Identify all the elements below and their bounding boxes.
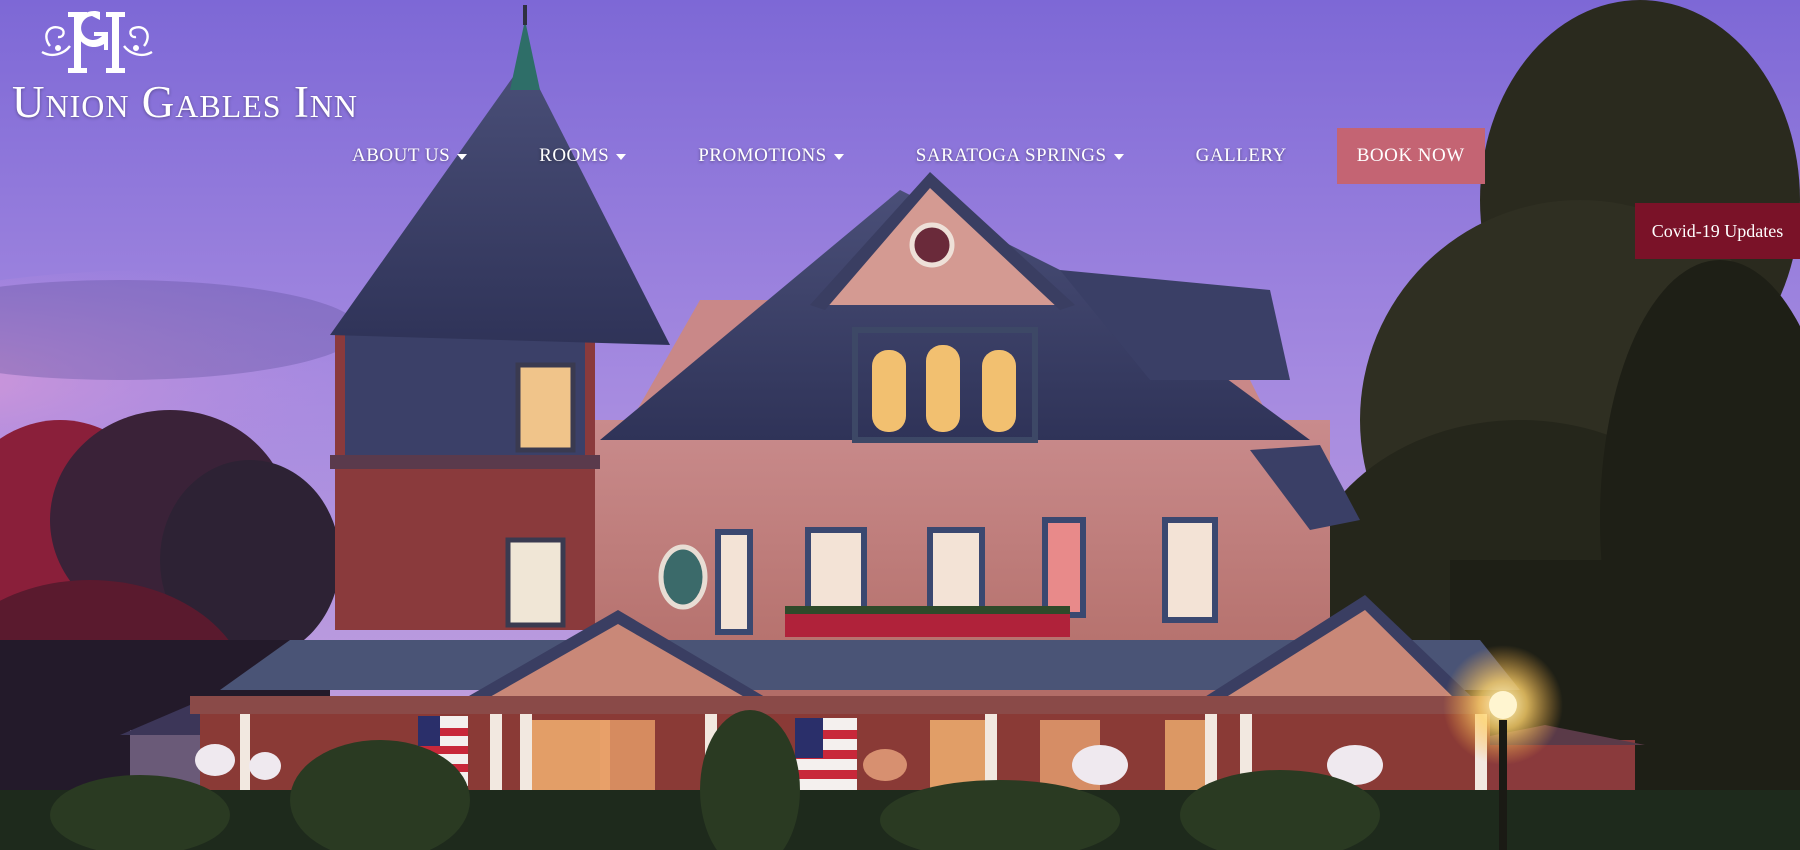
nav-rooms[interactable]: ROOMS (539, 145, 627, 167)
nav-saratoga-springs[interactable]: SARATOGA SPRINGS (916, 145, 1124, 167)
main-nav: ABOUT US ROOMS PROMOTIONS SARATOGA SPRIN… (352, 128, 1485, 184)
book-now-button[interactable]: BOOK NOW (1336, 128, 1485, 184)
nav-label: PROMOTIONS (698, 145, 827, 166)
nav-promotions[interactable]: PROMOTIONS (698, 145, 844, 167)
nav-label: ROOMS (539, 145, 610, 166)
caret-down-icon (616, 154, 627, 160)
nav-about-us[interactable]: ABOUT US (352, 145, 468, 167)
nav-label: ABOUT US (352, 145, 451, 166)
monogram-icon (41, 10, 153, 73)
caret-down-icon (1113, 154, 1124, 160)
nav-label: SARATOGA SPRINGS (915, 145, 1107, 166)
covid-updates-button[interactable]: Covid-19 Updates (1635, 203, 1800, 259)
caret-down-icon (457, 154, 468, 160)
caret-down-icon (833, 154, 844, 160)
site-logo[interactable]: Union Gables Inn (12, 8, 357, 125)
brand-name: Union Gables Inn (12, 77, 359, 127)
nav-label: GALLERY (1195, 145, 1287, 166)
nav-gallery[interactable]: GALLERY (1196, 145, 1287, 167)
